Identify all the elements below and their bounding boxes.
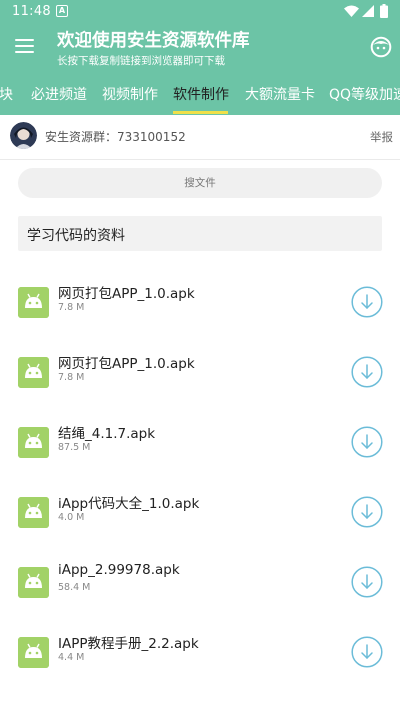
tab-qq-level-boost[interactable]: QQ等级加速: [329, 84, 400, 104]
list-item[interactable]: iApp_2.99978.apk 58.4 M: [0, 551, 400, 621]
status-time: 11:48: [12, 4, 51, 19]
file-size: 58.4 M: [58, 582, 91, 593]
android-icon: [18, 497, 49, 528]
list-item[interactable]: iApp代码大全_1.0.apk 4.0 M: [0, 481, 400, 551]
file-size: 4.0 M: [58, 512, 85, 523]
tab-software-making[interactable]: 软件制作: [173, 84, 229, 104]
wifi-icon: [344, 5, 359, 17]
file-size: 4.4 M: [58, 652, 85, 663]
battery-icon: [380, 4, 388, 18]
status-bar: 11:48 A: [0, 0, 400, 24]
file-size: 87.5 M: [58, 442, 91, 453]
file-name: 网页打包APP_1.0.apk: [58, 286, 195, 302]
tab-video-making[interactable]: 视频制作: [102, 84, 158, 104]
category-title: 学习代码的资料: [27, 228, 125, 244]
download-icon[interactable]: [351, 496, 383, 528]
category-tabs: 块 必进频道 视频制作 软件制作 大额流量卡 QQ等级加速: [0, 76, 400, 115]
file-name: IAPP教程手册_2.2.apk: [58, 636, 199, 652]
android-icon: [18, 427, 49, 458]
android-icon: [18, 287, 49, 318]
group-number-label: 安生资源群：733100152: [45, 130, 186, 144]
download-icon[interactable]: [351, 356, 383, 388]
page-title: 欢迎使用安生资源软件库: [57, 31, 250, 51]
list-item[interactable]: 网页打包APP_1.0.apk 7.8 M: [0, 271, 400, 341]
menu-button[interactable]: [15, 37, 35, 55]
download-icon[interactable]: [351, 636, 383, 668]
file-name: 网页打包APP_1.0.apk: [58, 356, 195, 372]
file-name: 结绳_4.1.7.apk: [58, 426, 156, 442]
list-item[interactable]: 网页打包APP_1.0.apk 7.8 M: [0, 341, 400, 411]
report-link[interactable]: 举报: [370, 129, 393, 145]
android-icon: [18, 357, 49, 388]
signal-icon: [362, 5, 374, 17]
android-icon: [18, 637, 49, 668]
search-input[interactable]: 搜文件: [18, 168, 382, 198]
file-name: iApp代码大全_1.0.apk: [58, 496, 200, 512]
avatar: [10, 122, 37, 149]
download-icon[interactable]: [351, 426, 383, 458]
list-item[interactable]: IAPP教程手册_2.2.apk 4.4 M: [0, 621, 400, 691]
tab-must-channel[interactable]: 必进频道: [31, 84, 87, 104]
download-icon[interactable]: [351, 566, 383, 598]
download-icon[interactable]: [351, 286, 383, 318]
tab-block[interactable]: 块: [0, 84, 13, 104]
list-item[interactable]: 结绳_4.1.7.apk 87.5 M: [0, 411, 400, 481]
file-name: iApp_2.99978.apk: [58, 562, 180, 578]
face-icon[interactable]: [370, 36, 392, 58]
notification-icon: A: [56, 5, 68, 17]
file-size: 7.8 M: [58, 302, 85, 313]
android-icon: [18, 567, 49, 598]
file-size: 7.8 M: [58, 372, 85, 383]
page-subtitle: 长按下载复制链接到浏览器即可下载: [57, 55, 225, 67]
tab-data-card[interactable]: 大额流量卡: [245, 84, 315, 104]
active-tab-indicator: [173, 111, 228, 114]
